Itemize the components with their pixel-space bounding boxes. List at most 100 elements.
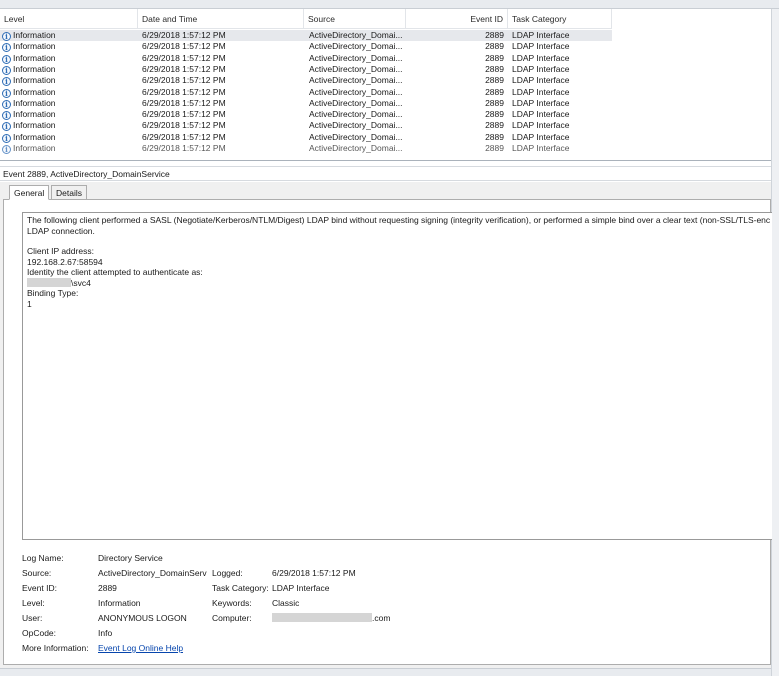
opcode-label: OpCode: [22,628,57,638]
row-event-id: 2889 [485,86,504,97]
row-level-text: Information [13,75,56,86]
row-level-text: Information [13,120,56,131]
row-level-text: Information [13,86,56,97]
column-header-date-and-time[interactable]: Date and Time [138,9,304,29]
event-detail-pane: General Details The following client per… [0,182,772,668]
row-task-category: LDAP Interface [512,97,570,108]
redacted-domain [27,277,71,287]
binding-type-label: Binding Type: [27,288,79,298]
logged-value: 6/29/2018 1:57:12 PM [272,568,356,578]
event-row[interactable]: i Information 6/29/2018 1:57:12 PM ActiveDi… [0,75,612,87]
identity-value: \svc4 [71,277,91,288]
row-level-text: Information [13,143,56,153]
computer-domain-suffix: .com [372,613,391,623]
row-source: ActiveDirectory_Domai... [309,120,403,131]
event-row[interactable]: i Information 6/29/2018 1:57:12 PM ActiveDi… [0,53,612,64]
event-row[interactable]: i Information 6/29/2018 1:57:12 PM ActiveDi… [0,64,612,75]
row-date-time: 6/29/2018 1:57:12 PM [142,30,226,40]
row-task-category: LDAP Interface [512,131,570,142]
event-row[interactable]: i Information 6/29/2018 1:57:12 PM ActiveDi… [0,30,612,41]
row-date-time: 6/29/2018 1:57:12 PM [142,97,226,108]
event-row[interactable]: i Information 6/29/2018 1:57:12 PM ActiveDi… [0,132,612,143]
information-icon: i [2,122,11,132]
event-row[interactable]: i Information 6/29/2018 1:57:12 PM ActiveDi… [0,109,612,121]
logged-label: Logged: [212,568,243,578]
tab-details[interactable]: Details [51,185,87,200]
row-source: ActiveDirectory_Domai... [309,131,403,142]
column-header-source[interactable]: Source [304,9,406,29]
event-detail-title: Event 2889, ActiveDirectory_DomainServic… [0,166,771,181]
row-event-id: 2889 [485,63,504,74]
column-header-level[interactable]: Level [0,9,138,29]
column-header-task-category[interactable]: Task Category [508,9,612,29]
computer-value: .com [272,612,390,624]
top-window-edge [0,0,779,9]
row-level: i Information [2,41,136,53]
information-icon: i [2,99,11,109]
opcode-value: Info [98,628,113,638]
event-log-online-help-link[interactable]: Event Log Online Help [98,642,183,654]
row-task-category: LDAP Interface [512,63,570,74]
client-ip-value: 192.168.2.67:58594 [27,256,103,267]
row-event-id: 2889 [485,52,504,63]
redacted-computer-name [272,613,372,622]
information-icon: i [2,133,11,143]
level-label: Level: [22,598,45,608]
event-message-box[interactable]: The following client performed a SASL (N… [22,212,772,540]
event-id-label: Event ID: [22,583,57,593]
right-window-edge [771,9,779,676]
row-source: ActiveDirectory_Domai... [309,143,403,153]
bottom-window-edge [0,668,771,676]
row-date-time: 6/29/2018 1:57:12 PM [142,120,226,131]
tab-general[interactable]: General [9,185,50,200]
row-level: i Information [2,143,136,154]
event-row[interactable]: i Information 6/29/2018 1:57:12 PM ActiveDi… [0,143,612,154]
user-value: ANONYMOUS LOGON [98,613,187,623]
row-task-category: LDAP Interface [512,143,570,153]
row-task-category: LDAP Interface [512,30,570,40]
identity-row: \svc4 [27,277,768,289]
information-icon: i [2,77,11,87]
row-source: ActiveDirectory_Domai... [309,109,403,120]
row-task-category: LDAP Interface [512,109,570,120]
general-tab-panel: The following client performed a SASL (N… [3,199,772,665]
row-date-time: 6/29/2018 1:57:12 PM [142,109,226,120]
source-value: ActiveDirectory_DomainServ [98,568,207,578]
row-level-text: Information [13,97,56,108]
task-category-label: Task Category: [212,583,269,593]
keywords-label: Keywords: [212,598,252,608]
row-level: i Information [2,109,136,121]
event-row[interactable]: i Information 6/29/2018 1:57:12 PM ActiveDi… [0,120,612,132]
event-row[interactable]: i Information 6/29/2018 1:57:12 PM ActiveDi… [0,41,612,53]
information-icon: i [2,145,11,154]
source-label: Source: [22,568,52,578]
row-task-category: LDAP Interface [512,52,570,63]
row-task-category: LDAP Interface [512,120,570,131]
event-row[interactable]: i Information 6/29/2018 1:57:12 PM ActiveDi… [0,87,612,98]
row-date-time: 6/29/2018 1:57:12 PM [142,86,226,97]
row-level-text: Information [13,109,56,120]
row-task-category: LDAP Interface [512,41,570,52]
row-level-text: Information [13,30,56,40]
information-icon: i [2,65,11,75]
binding-type-value: 1 [27,298,32,309]
row-event-id: 2889 [485,143,504,153]
row-date-time: 6/29/2018 1:57:12 PM [142,52,226,63]
row-task-category: LDAP Interface [512,86,570,97]
event-list-header: Level Date and Time Source Event ID Task… [0,9,612,29]
event-properties: Log Name: Directory Service Source: Acti… [22,552,762,662]
level-value: Information [98,598,141,608]
message-line-2: LDAP connection. [27,225,95,236]
event-id-value: 2889 [98,583,117,593]
user-label: User: [22,613,43,623]
row-level: i Information [2,120,136,132]
identity-label: Identity the client attempted to authent… [27,267,203,277]
event-list[interactable]: Level Date and Time Source Event ID Task… [0,9,771,161]
column-header-event-id[interactable]: Event ID [406,9,508,29]
row-source: ActiveDirectory_Domai... [309,86,403,97]
message-line-1: The following client performed a SASL (N… [27,215,771,225]
row-source: ActiveDirectory_Domai... [309,41,403,52]
row-date-time: 6/29/2018 1:57:12 PM [142,41,226,52]
event-row[interactable]: i Information 6/29/2018 1:57:12 PM ActiveDi… [0,98,612,109]
